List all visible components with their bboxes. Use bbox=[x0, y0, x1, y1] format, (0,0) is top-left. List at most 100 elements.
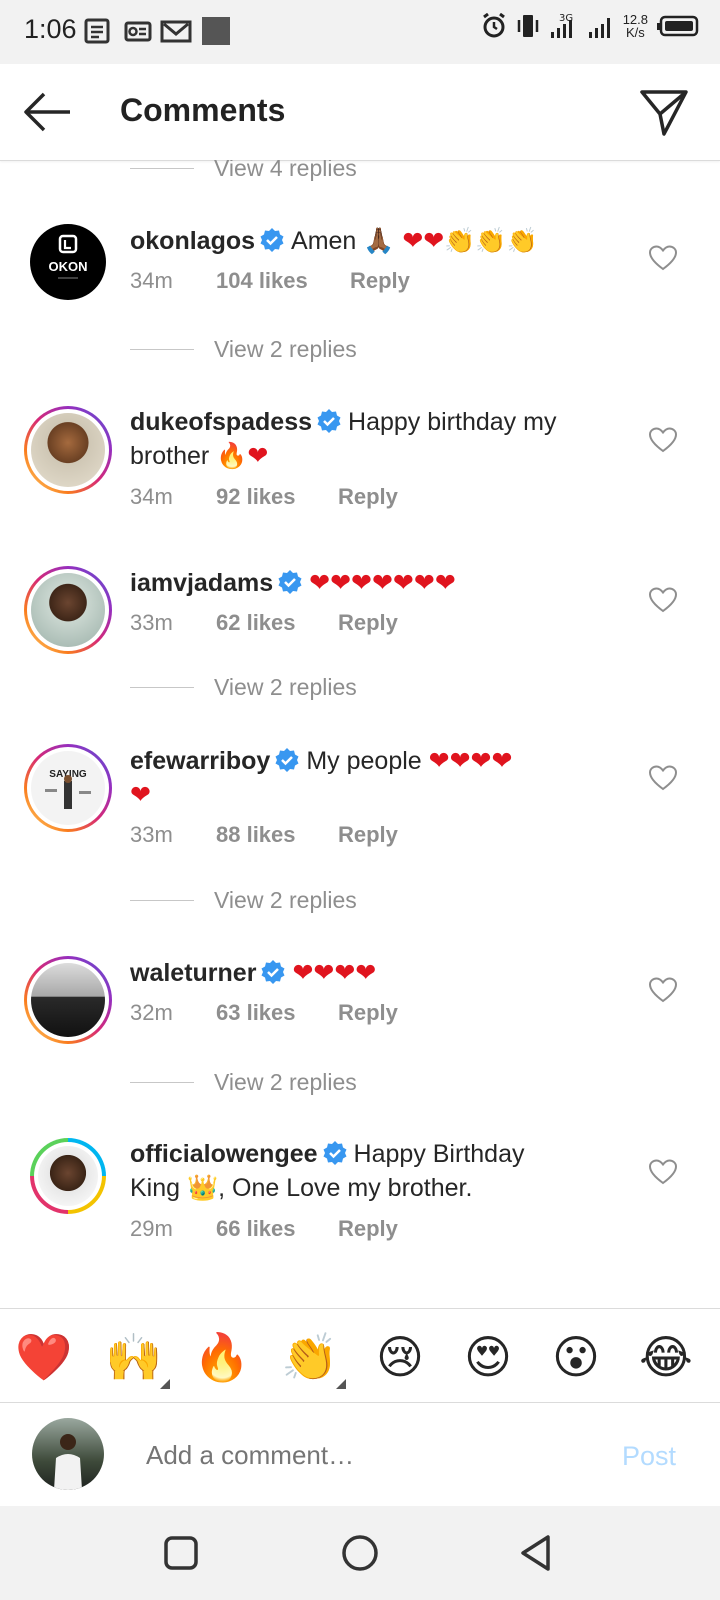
reply-button[interactable]: Reply bbox=[338, 484, 398, 510]
comment-time: 34m bbox=[130, 268, 173, 293]
like-heart-icon[interactable] bbox=[648, 976, 678, 1004]
emoji-red-heart[interactable]: ❤️ bbox=[14, 1329, 74, 1385]
comment-meta: 33m 88 likes Reply bbox=[130, 822, 398, 848]
crown-emoji: 👑 bbox=[187, 1173, 219, 1202]
comment-meta: 29m 66 likes Reply bbox=[130, 1216, 398, 1242]
send-direct-icon[interactable] bbox=[636, 84, 692, 140]
replies-divider bbox=[130, 899, 194, 901]
verified-badge-icon bbox=[278, 570, 302, 594]
like-heart-icon[interactable] bbox=[648, 1158, 678, 1186]
skin-tone-indicator bbox=[336, 1379, 346, 1389]
comment-list[interactable]: View 4 replies OKON okonlagos Amen 🙏🏾 ❤❤👏… bbox=[0, 160, 720, 1308]
avatar-okonlagos[interactable]: OKON bbox=[30, 224, 106, 300]
back-arrow-icon[interactable] bbox=[22, 86, 74, 138]
quick-emoji-bar: ❤️ 🙌 🔥 👏 😢 😍 😮 😂 bbox=[0, 1308, 720, 1403]
signal-icon bbox=[588, 18, 610, 38]
comment-emojis: 🔥❤ bbox=[216, 441, 269, 470]
emoji-tears-of-joy[interactable]: 😂 bbox=[636, 1329, 696, 1385]
reply-button[interactable]: Reply bbox=[350, 268, 410, 294]
comment-text: Happy birthday my bbox=[348, 408, 557, 436]
view-replies-button[interactable]: View 4 replies bbox=[130, 160, 357, 184]
signal-3g-icon: 3G bbox=[550, 13, 573, 38]
view-replies-button[interactable]: View 2 replies bbox=[130, 1066, 357, 1098]
comment-username[interactable]: dukeofspadess bbox=[130, 408, 312, 436]
system-nav-bar bbox=[0, 1506, 720, 1600]
current-user-avatar bbox=[32, 1418, 104, 1490]
comment-text: My people bbox=[306, 747, 422, 775]
view-replies-button[interactable]: View 2 replies bbox=[130, 884, 357, 916]
comment-username[interactable]: officialowengee bbox=[130, 1140, 318, 1168]
comment-body: efewarriboy My people ❤❤❤❤ ❤ bbox=[130, 744, 610, 812]
okon-logo: OKON bbox=[49, 234, 88, 279]
comment-username[interactable]: okonlagos bbox=[130, 227, 255, 255]
reply-button[interactable]: Reply bbox=[338, 610, 398, 636]
comment-likes[interactable]: 92 likes bbox=[216, 484, 338, 510]
view-replies-label: View 2 replies bbox=[214, 1068, 357, 1095]
reply-button[interactable]: Reply bbox=[338, 822, 398, 848]
verified-badge-icon bbox=[260, 228, 284, 252]
avatar-iamvjadams[interactable] bbox=[24, 566, 112, 654]
comment-time: 32m bbox=[130, 1000, 173, 1025]
avatar-photo bbox=[31, 963, 105, 1037]
status-bar: 1:06 3G 12.8 K/s bbox=[0, 0, 720, 64]
avatar-photo bbox=[31, 413, 105, 487]
emoji-fire[interactable]: 🔥 bbox=[192, 1329, 252, 1385]
back-nav-icon[interactable] bbox=[514, 1530, 560, 1576]
like-heart-icon[interactable] bbox=[648, 586, 678, 614]
vibrate-icon bbox=[517, 15, 538, 37]
avatar-efewarriboy[interactable]: SAYING bbox=[24, 744, 112, 832]
home-icon[interactable] bbox=[337, 1530, 383, 1576]
post-button[interactable]: Post bbox=[622, 1441, 676, 1472]
avatar-officialowengee[interactable] bbox=[30, 1138, 106, 1214]
verified-badge-icon bbox=[275, 748, 299, 772]
battery-icon bbox=[657, 15, 699, 37]
speed-unit: K/s bbox=[625, 25, 645, 40]
notes-icon bbox=[84, 18, 110, 44]
comment-likes[interactable]: 66 likes bbox=[216, 1216, 338, 1242]
comment-body: okonlagos Amen 🙏🏾 ❤❤👏👏👏 bbox=[130, 224, 610, 258]
avatar-photo bbox=[38, 1146, 98, 1206]
emoji-crying-face[interactable]: 😢 bbox=[370, 1329, 430, 1385]
reply-button[interactable]: Reply bbox=[338, 1216, 398, 1242]
comment-text-line2: brother bbox=[130, 442, 210, 470]
replies-divider bbox=[130, 1081, 194, 1083]
avatar-photo bbox=[31, 573, 105, 647]
comment-username[interactable]: waleturner bbox=[130, 959, 256, 987]
replies-divider bbox=[130, 348, 194, 350]
reply-button[interactable]: Reply bbox=[338, 1000, 398, 1026]
comment-text-line2: King bbox=[130, 1174, 181, 1202]
view-replies-label: View 2 replies bbox=[214, 673, 357, 700]
like-heart-icon[interactable] bbox=[648, 426, 678, 454]
recent-apps-icon[interactable] bbox=[158, 1530, 204, 1576]
comment-body: officialowengee Happy Birthday King 👑, On… bbox=[130, 1138, 610, 1205]
emoji-raising-hands[interactable]: 🙌 bbox=[104, 1329, 170, 1389]
like-heart-icon[interactable] bbox=[648, 244, 678, 272]
view-replies-label: View 4 replies bbox=[214, 160, 357, 181]
comment-likes[interactable]: 104 likes bbox=[216, 268, 350, 294]
comment-username[interactable]: efewarriboy bbox=[130, 747, 270, 775]
avatar-dukeofspadess[interactable] bbox=[24, 406, 112, 494]
verified-badge-icon bbox=[261, 960, 285, 984]
comment-username[interactable]: iamvjadams bbox=[130, 569, 273, 597]
status-right: 3G 12.8 K/s bbox=[481, 12, 700, 40]
emoji-glyph: 👏 bbox=[281, 1330, 339, 1384]
comment-meta: 34m 92 likes Reply bbox=[130, 484, 398, 510]
view-replies-button[interactable]: View 2 replies bbox=[130, 333, 357, 365]
emoji-heart-eyes[interactable]: 😍 bbox=[458, 1329, 518, 1385]
add-comment-input[interactable] bbox=[144, 1439, 568, 1472]
avatar-waleturner[interactable] bbox=[24, 956, 112, 1044]
gmail-icon bbox=[160, 20, 192, 43]
comment-likes[interactable]: 88 likes bbox=[216, 822, 338, 848]
emoji-surprised-face[interactable]: 😮 bbox=[546, 1329, 606, 1385]
comment-likes[interactable]: 62 likes bbox=[216, 610, 338, 636]
view-replies-button[interactable]: View 2 replies bbox=[130, 671, 357, 703]
view-replies-label: View 2 replies bbox=[214, 335, 357, 362]
skin-tone-indicator bbox=[160, 1379, 170, 1389]
alarm-icon bbox=[482, 13, 505, 38]
emoji-clapping-hands[interactable]: 👏 bbox=[280, 1329, 346, 1389]
app-notification-icon bbox=[202, 17, 230, 45]
comment-meta: 32m 63 likes Reply bbox=[130, 1000, 398, 1026]
like-heart-icon[interactable] bbox=[648, 764, 678, 792]
comment-likes[interactable]: 63 likes bbox=[216, 1000, 338, 1026]
comment-text-line2-rest: , One Love my brother. bbox=[218, 1174, 473, 1202]
